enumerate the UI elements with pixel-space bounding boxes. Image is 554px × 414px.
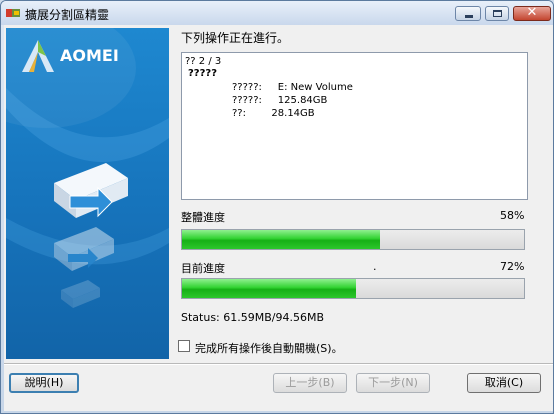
log-line: ????? <box>188 68 218 79</box>
disk-drive-icon <box>54 163 128 308</box>
next-button[interactable]: 下一步(N) <box>356 373 430 393</box>
current-progress-percent: 72% <box>500 260 525 273</box>
close-icon: ✕ <box>526 5 538 20</box>
overall-progress-bar <box>181 229 525 250</box>
log-line: ?????: 125.84GB <box>232 95 328 106</box>
overall-progress-percent: 58% <box>500 209 525 222</box>
footer-divider <box>4 363 553 365</box>
side-banner: AOMEI <box>6 28 169 359</box>
shutdown-checkbox[interactable] <box>178 340 190 352</box>
minimize-button[interactable] <box>455 6 481 21</box>
window-title: 擴展分割區精靈 <box>25 8 110 22</box>
back-button[interactable]: 上一步(B) <box>273 373 347 393</box>
wizard-window: 擴展分割區精靈 ✕ AOMEI 下列操作正在進行。 ?? 2 / 3 ?????… <box>0 0 554 414</box>
log-line: ?????: E: New Volume <box>232 82 353 93</box>
overall-progress-label: 整體進度 <box>181 211 225 224</box>
minimize-icon <box>465 15 473 18</box>
status-heading: 下列操作正在進行。 <box>181 31 290 45</box>
current-progress-fill <box>182 279 357 298</box>
current-progress-bar <box>181 278 525 299</box>
close-button[interactable]: ✕ <box>513 5 551 21</box>
maximize-icon <box>493 10 502 17</box>
wizard-client: AOMEI 下列操作正在進行。 ?? 2 / 3 ????? ?????: E:… <box>4 25 553 411</box>
current-progress-label: 目前進度 <box>181 262 225 275</box>
cancel-button[interactable]: 取消(C) <box>467 373 541 393</box>
help-button[interactable]: 說明(H) <box>9 373 79 393</box>
operation-log[interactable]: ?? 2 / 3 ????? ?????: E: New Volume ????… <box>181 52 528 200</box>
shutdown-checkbox-label[interactable]: 完成所有操作後自動關機(S)。 <box>195 340 343 356</box>
log-line: ??: 28.14GB <box>232 108 315 119</box>
title-bar[interactable]: 擴展分割區精靈 ✕ <box>1 1 553 25</box>
current-progress-dot: . <box>373 260 377 273</box>
status-text: Status: 61.59MB/94.56MB <box>181 311 325 324</box>
log-line: ?? 2 / 3 <box>185 56 222 67</box>
maximize-button[interactable] <box>485 6 509 21</box>
overall-progress-fill <box>182 230 381 249</box>
app-icon <box>6 9 20 17</box>
